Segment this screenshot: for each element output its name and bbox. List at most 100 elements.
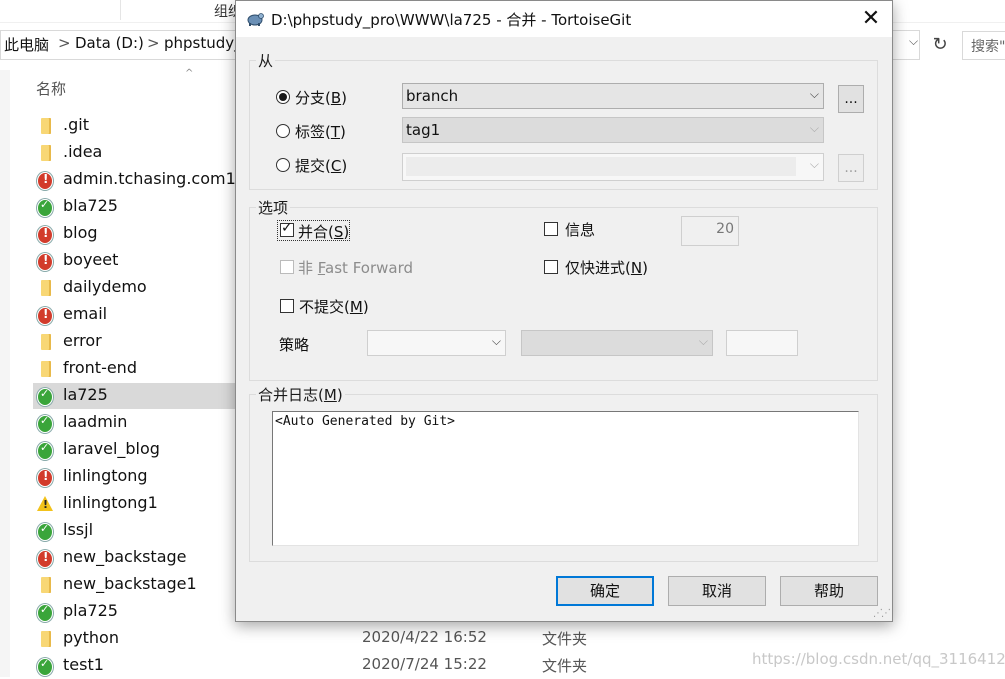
ok-button[interactable]: 确定 <box>556 576 654 606</box>
file-row[interactable]: bla725 <box>33 194 243 220</box>
file-row[interactable]: laravel_blog <box>33 437 243 463</box>
close-icon[interactable]: ✕ <box>852 4 890 34</box>
ff-only-checkbox[interactable] <box>544 260 558 274</box>
file-row[interactable]: new_backstage <box>33 545 243 571</box>
branch-radio[interactable] <box>276 90 290 104</box>
file-row[interactable]: .idea <box>33 140 243 166</box>
file-row[interactable]: pla725 <box>33 599 243 625</box>
strategy-select[interactable]: ⌵ <box>367 330 506 356</box>
file-row[interactable]: dailydemo <box>33 275 243 301</box>
breadcrumb-this-pc[interactable]: 此电脑 <box>4 34 49 55</box>
file-row[interactable]: linlingtong1 <box>33 491 243 517</box>
navigation-pane-scrollbar[interactable] <box>0 70 10 677</box>
log-count-input[interactable]: 20 <box>681 216 739 246</box>
file-row[interactable]: new_backstage1 <box>33 572 243 598</box>
no-ff-checkbox[interactable] <box>280 260 294 274</box>
search-placeholder: 搜索" <box>971 39 1005 55</box>
file-name: laadmin <box>63 412 128 431</box>
git-modified-overlay-icon <box>37 226 53 244</box>
focus-rectangle <box>277 220 350 241</box>
from-group-legend: 从 <box>258 52 274 70</box>
file-name: .git <box>63 115 89 134</box>
commit-radio-label[interactable]: 提交(C) <box>295 155 347 176</box>
file-row[interactable]: error <box>33 329 243 355</box>
strategy-param-input[interactable] <box>726 330 798 356</box>
folder-icon <box>41 280 51 296</box>
chevron-down-icon: ⌵ <box>809 87 819 101</box>
file-name: blog <box>63 223 98 242</box>
file-row[interactable]: laadmin <box>33 410 243 436</box>
chevron-down-icon: ⌵ <box>491 334 501 348</box>
browse-commits-button[interactable]: ... <box>838 154 864 182</box>
file-name: la725 <box>63 385 108 404</box>
file-type: 文件夹 <box>542 630 588 648</box>
help-button[interactable]: 帮助 <box>780 576 878 606</box>
commit-input-field[interactable] <box>406 157 796 176</box>
file-row[interactable]: email <box>33 302 243 328</box>
file-name: error <box>63 331 102 350</box>
git-clean-overlay-icon <box>37 522 53 541</box>
git-clean-overlay-icon <box>37 441 53 460</box>
browse-refs-button[interactable]: ... <box>838 85 864 113</box>
merge-message-textarea[interactable]: <Auto Generated by Git> <box>272 411 859 546</box>
file-name: dailydemo <box>63 277 147 296</box>
tag-radio-label[interactable]: 标签(T) <box>295 121 346 142</box>
refresh-icon[interactable]: ↻ <box>928 31 952 59</box>
commit-radio[interactable] <box>276 158 290 172</box>
resize-grip-icon[interactable]: ⋰⋰ <box>873 608 891 619</box>
file-row[interactable]: boyeet <box>33 248 243 274</box>
breadcrumb-drive[interactable]: Data (D:) <box>75 34 144 52</box>
dialog-titlebar[interactable]: D:\phpstudy_pro\WWW\la725 - 合并 - Tortois… <box>236 1 892 37</box>
commit-select[interactable]: ⌵ <box>402 153 824 181</box>
git-conflict-overlay-icon <box>37 496 53 511</box>
file-name: pla725 <box>63 601 118 620</box>
git-clean-overlay-icon <box>37 387 53 406</box>
no-commit-checkbox[interactable] <box>280 299 294 313</box>
file-row[interactable]: linlingtong <box>33 464 243 490</box>
strategy-label: 策略 <box>279 336 310 354</box>
file-row[interactable]: lssjl <box>33 518 243 544</box>
file-row[interactable]: .git <box>33 113 243 139</box>
no-ff-label[interactable]: 非 Fast Forward <box>298 257 413 278</box>
git-modified-overlay-icon <box>37 469 53 487</box>
file-date: 2020/7/24 15:22 <box>362 655 487 673</box>
folder-icon <box>41 631 51 647</box>
file-row[interactable]: python 2020/4/22 16:52 文件夹 <box>33 626 587 652</box>
branch-select[interactable]: branch ⌵ <box>402 83 824 109</box>
log-checkbox[interactable] <box>544 222 558 236</box>
cancel-button[interactable]: 取消 <box>668 576 766 606</box>
file-name: new_backstage <box>63 547 187 566</box>
search-input[interactable]: 搜索" <box>962 31 1005 60</box>
file-name: front-end <box>63 358 137 377</box>
no-commit-label[interactable]: 不提交(M) <box>299 296 369 317</box>
file-name: .idea <box>63 142 103 161</box>
ff-only-label[interactable]: 仅快进式(N) <box>565 257 648 278</box>
breadcrumb-folder[interactable]: phpstudy_ <box>164 34 242 52</box>
file-name: linlingtong <box>63 466 148 485</box>
tortoisegit-icon <box>247 13 264 26</box>
address-dropdown-icon[interactable]: ⌵ <box>909 34 918 49</box>
file-name: test1 <box>63 655 104 674</box>
strategy-option-select[interactable]: ⌵ <box>521 330 713 356</box>
git-modified-overlay-icon <box>37 172 53 190</box>
tag-radio[interactable] <box>276 124 290 138</box>
column-header-name[interactable]: 名称 <box>36 78 66 99</box>
folder-icon <box>41 361 51 377</box>
log-label[interactable]: 信息 <box>565 219 595 240</box>
file-row[interactable]: test1 2020/7/24 15:22 文件夹 <box>33 653 587 679</box>
log-count-value: 20 <box>716 221 734 237</box>
tag-select[interactable]: tag1 ⌵ <box>402 117 824 143</box>
merge-message-text: <Auto Generated by Git> <box>275 414 456 429</box>
folder-icon <box>41 118 51 134</box>
git-clean-overlay-icon <box>37 414 53 433</box>
folder-icon <box>41 577 51 593</box>
file-row[interactable]: blog <box>33 221 243 247</box>
branch-radio-label[interactable]: 分支(B) <box>295 87 347 108</box>
branch-select-value: branch <box>406 87 459 105</box>
file-row[interactable]: front-end <box>33 356 243 382</box>
file-row[interactable]: admin.tchasing.com1 <box>33 167 243 193</box>
file-row[interactable]: la725 <box>33 383 243 409</box>
breadcrumb-separator: > <box>58 34 71 52</box>
chevron-down-icon: ⌵ <box>809 121 819 135</box>
sort-ascending-icon: ^ <box>185 68 194 79</box>
